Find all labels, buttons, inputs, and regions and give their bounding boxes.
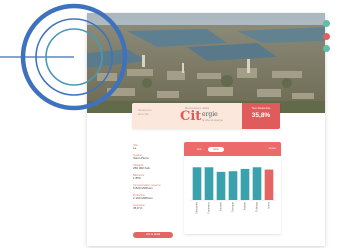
bar-chart: Résidentiel Commerce Industrie Transport Ter… <box>190 167 276 214</box>
side-button-red[interactable] <box>323 33 330 40</box>
x-tick-label: Résidentiel <box>196 202 199 214</box>
bar[interactable] <box>216 171 226 200</box>
detail-field: Consommation moyenne 5 800 MWh/an <box>133 184 161 190</box>
score-label: Taux d'autonomie <box>251 107 271 110</box>
logo-tagline: la ville en énergie <box>202 119 223 122</box>
detail-field: Quartier Saint-Pierre <box>133 154 149 160</box>
bar[interactable] <box>264 169 274 200</box>
tab-day[interactable]: Jour <box>192 147 206 152</box>
detail-field: Production 2 100 MWh/an <box>133 194 153 200</box>
detail-field: Autonomie 35,8 % <box>133 204 145 210</box>
logo-cit-text: Cit <box>180 109 202 124</box>
chart-header: Jour Mois Année <box>184 142 281 156</box>
city-caption: Rendement de la ville <box>138 109 152 116</box>
logo-ergie-text: ergie <box>202 111 218 118</box>
x-tick-label: Autres <box>268 201 271 209</box>
x-tick-label: Industrie <box>220 201 223 211</box>
city-aerial-photo <box>87 13 325 113</box>
x-tick-label: Éclairage <box>256 201 259 212</box>
x-tick-label: Tertiaire <box>244 201 247 210</box>
see-detail-button[interactable]: Voir le détail <box>133 232 173 238</box>
tab-year[interactable]: Année <box>269 147 276 150</box>
x-tick-label: Commerce <box>208 201 211 213</box>
bar[interactable] <box>204 167 214 200</box>
city-info-bar: Rendement de la ville Bienvenue dans Cit… <box>132 103 280 129</box>
detail-field: Ville Le <box>133 144 138 150</box>
side-button-teal[interactable] <box>323 20 330 27</box>
score-panel: Taux d'autonomie 35,8% <box>242 103 280 129</box>
x-tick-label: Transport <box>232 202 235 212</box>
tab-month[interactable]: Mois <box>208 146 224 152</box>
bar[interactable] <box>192 167 202 200</box>
bar[interactable] <box>252 167 262 200</box>
detail-field: Bâtiments 1 850 <box>133 174 145 180</box>
city-details-list: Ville Le Quartier Saint-Pierre Habitants… <box>133 144 173 214</box>
bar[interactable] <box>240 168 250 200</box>
score-value: 35,8% <box>251 112 271 119</box>
bar[interactable] <box>228 171 238 200</box>
side-button-green[interactable] <box>323 45 330 52</box>
consumption-chart-card: Jour Mois Année Résidentiel Commerce Indus… <box>184 142 281 234</box>
detail-field: Habitants 250 000 hab. <box>133 164 151 170</box>
